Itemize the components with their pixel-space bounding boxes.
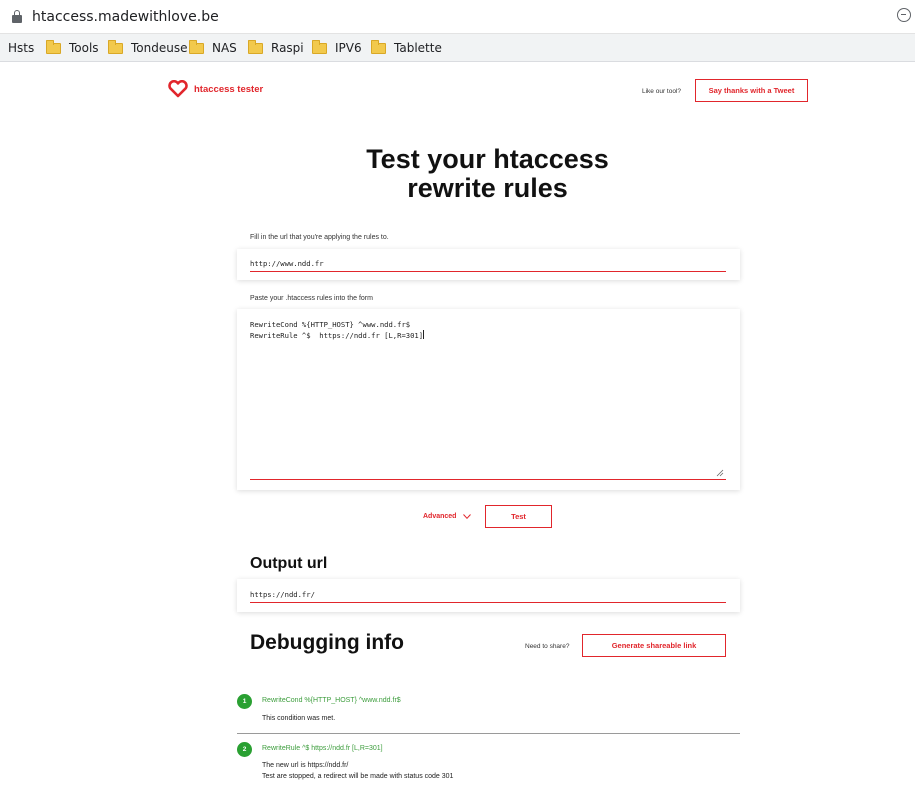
address-bar[interactable]: htaccess.madewithlove.be	[0, 0, 915, 34]
bookmark-label: Tools	[69, 41, 99, 55]
rules-card: RewriteCond %{HTTP_HOST} ^www.ndd.fr$ Re…	[237, 309, 740, 490]
bookmark-tondeuse[interactable]: Tondeuse	[108, 39, 188, 56]
page-content: htaccess tester Like our tool? Say thank…	[0, 63, 915, 800]
bookmark-label: Tondeuse	[131, 41, 188, 55]
share-label: Need to share?	[525, 643, 570, 650]
step-number-badge: 2	[237, 742, 252, 757]
tweet-button[interactable]: Say thanks with a Tweet	[695, 79, 808, 102]
zoom-icon[interactable]	[897, 8, 911, 22]
step-number-badge: 1	[237, 694, 252, 709]
step-message-line: Test are stopped, a redirect will be mad…	[262, 773, 454, 780]
text-caret	[423, 330, 425, 339]
output-heading: Output url	[250, 555, 328, 572]
bookmark-label: Hsts	[8, 41, 35, 55]
bookmarks-bar: Hsts Tools Tondeuse NAS Raspi IPV6 Table…	[0, 34, 915, 62]
url-input-value: http://www.ndd.fr	[250, 259, 324, 268]
advanced-toggle[interactable]: Advanced	[423, 513, 472, 520]
output-card: https://ndd.fr/	[237, 579, 740, 612]
bookmark-label: Raspi	[271, 41, 304, 55]
rules-label: Paste your .htaccess rules into the form	[250, 295, 373, 302]
step-rule: RewriteRule ^$ https://ndd.fr [L,R=301]	[262, 745, 383, 752]
share-link-button[interactable]: Generate shareable link	[582, 634, 726, 657]
advanced-label: Advanced	[423, 513, 457, 520]
rules-line-2: RewriteRule ^$ https://ndd.fr [L,R=301]	[250, 331, 424, 340]
output-url-value: https://ndd.fr/	[250, 590, 315, 599]
output-url-field[interactable]: https://ndd.fr/	[250, 590, 726, 603]
bookmark-hsts[interactable]: Hsts	[8, 40, 34, 56]
step-message-line: This condition was met.	[262, 715, 336, 722]
site-logo[interactable]: htaccess tester	[168, 80, 263, 98]
url-input-card: http://www.ndd.fr	[237, 249, 740, 280]
bookmark-label: NAS	[212, 41, 237, 55]
resize-handle-icon[interactable]	[716, 469, 724, 477]
rules-line-1: RewriteCond %{HTTP_HOST} ^www.ndd.fr$	[250, 320, 411, 329]
rules-line-2-row: RewriteRule ^$ https://ndd.fr [L,R=301]	[250, 330, 726, 341]
bookmark-tablette[interactable]: Tablette	[371, 39, 442, 56]
step-message: This condition was met.	[262, 713, 335, 724]
folder-icon	[189, 39, 204, 54]
rules-textarea[interactable]: RewriteCond %{HTTP_HOST} ^www.ndd.fr$ Re…	[250, 320, 726, 480]
bookmark-tools[interactable]: Tools	[46, 39, 99, 56]
like-label: Like our tool?	[642, 88, 682, 95]
debug-heading: Debugging info	[250, 631, 404, 654]
step-message: The new url is https://ndd.fr/ Test are …	[262, 760, 453, 782]
page-title: Test your htaccess rewrite rules	[300, 145, 675, 203]
folder-icon	[371, 39, 386, 54]
chevron-down-icon	[463, 514, 472, 519]
heart-logo-icon	[168, 80, 188, 98]
bookmark-label: IPV6	[335, 41, 362, 55]
folder-icon	[108, 39, 123, 54]
title-line-1: Test your htaccess	[366, 144, 609, 174]
step-message-line: The new url is https://ndd.fr/	[262, 762, 349, 769]
step-rule: RewriteCond %{HTTP_HOST} ^www.ndd.fr$	[262, 697, 401, 704]
bookmark-raspi[interactable]: Raspi	[248, 39, 304, 56]
url-text[interactable]: htaccess.madewithlove.be	[32, 9, 219, 25]
bookmark-label: Tablette	[394, 41, 442, 55]
logo-text: htaccess tester	[194, 83, 264, 95]
folder-icon	[46, 39, 61, 54]
folder-icon	[248, 39, 263, 54]
bookmark-nas[interactable]: NAS	[189, 39, 237, 56]
folder-icon	[312, 39, 327, 54]
url-input[interactable]: http://www.ndd.fr	[250, 259, 726, 272]
url-label: Fill in the url that you're applying the…	[250, 234, 389, 241]
lock-icon	[12, 10, 22, 23]
divider	[237, 733, 740, 734]
title-line-2: rewrite rules	[407, 173, 568, 203]
test-button[interactable]: Test	[485, 505, 552, 528]
bookmark-ipv6[interactable]: IPV6	[312, 39, 362, 56]
